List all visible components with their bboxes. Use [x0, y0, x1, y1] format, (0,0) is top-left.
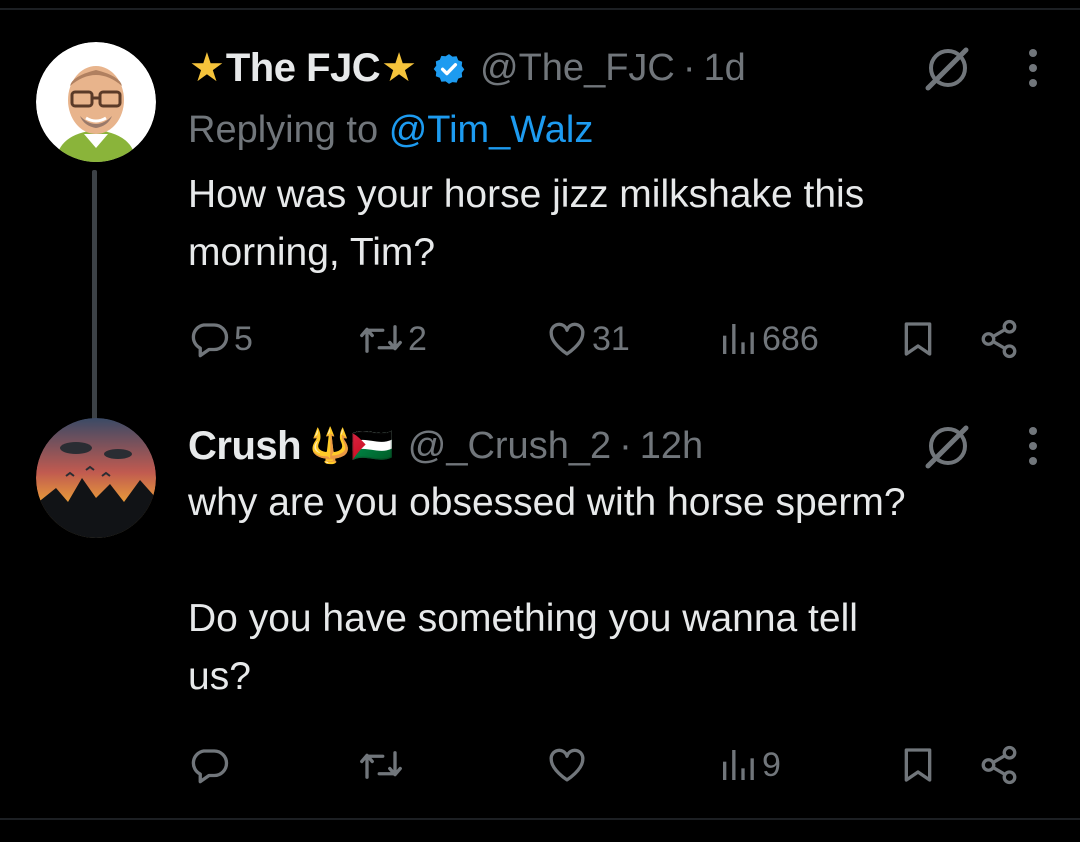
tweet-header: Crush 🔱🇵🇸 @_Crush_2 · 12h — [188, 418, 1040, 474]
grok-icon[interactable] — [922, 42, 974, 94]
star-emoji: ★ — [381, 46, 418, 90]
tweet-actions: 9 — [188, 740, 1022, 790]
verified-badge-icon — [432, 51, 466, 85]
thread-connector-line — [92, 170, 97, 452]
tweet-actions: 5 2 31 686 — [188, 314, 1022, 364]
name-emoji: 🔱🇵🇸 — [309, 427, 394, 465]
tweet-the-fjc[interactable]: ★ The FJC ★ @The_FJC · 1d Replying to @T… — [0, 40, 1080, 452]
bookmark-button[interactable] — [898, 740, 938, 790]
avatar-crush[interactable] — [36, 418, 156, 538]
like-button[interactable] — [546, 740, 588, 790]
reply-button[interactable] — [188, 740, 230, 790]
tweet-header: ★ The FJC ★ @The_FJC · 1d — [188, 40, 1040, 96]
share-icon — [978, 318, 1020, 360]
reply-button[interactable]: 5 — [188, 314, 253, 364]
header-actions — [922, 418, 1040, 474]
reply-icon — [188, 318, 230, 360]
replying-to: Replying to @Tim_Walz — [188, 102, 1040, 158]
like-button[interactable]: 31 — [546, 314, 630, 364]
more-options-icon[interactable] — [1026, 424, 1040, 468]
retweet-button[interactable]: 2 — [358, 314, 427, 364]
retweet-icon — [358, 744, 404, 786]
retweet-button[interactable] — [358, 740, 404, 790]
header-actions — [922, 40, 1040, 96]
reply-count: 5 — [234, 319, 253, 358]
timestamp[interactable]: 12h — [640, 425, 703, 468]
display-name[interactable]: Crush — [188, 424, 302, 469]
views-bar-chart-icon — [718, 744, 758, 786]
reply-icon — [188, 744, 230, 786]
share-icon — [978, 744, 1020, 786]
tweet-crush[interactable]: Crush 🔱🇵🇸 @_Crush_2 · 12h why are you ob… — [0, 418, 1080, 818]
tweet-text: why are you obsessed with horse sperm? D… — [188, 481, 906, 698]
heart-icon — [546, 318, 588, 360]
like-count: 31 — [592, 319, 630, 358]
replying-label: Replying to — [188, 109, 379, 151]
bookmark-icon — [898, 744, 938, 786]
retweet-count: 2 — [408, 319, 427, 358]
view-count: 9 — [762, 745, 781, 784]
handle[interactable]: @The_FJC — [480, 47, 675, 90]
bookmark-icon — [898, 318, 938, 360]
avatar-the-fjc[interactable] — [36, 42, 156, 162]
share-button[interactable] — [978, 740, 1020, 790]
view-count: 686 — [762, 319, 819, 358]
tweet-content: Crush 🔱🇵🇸 @_Crush_2 · 12h why are you ob… — [188, 418, 1040, 706]
views-button[interactable]: 9 — [718, 740, 781, 790]
handle[interactable]: @_Crush_2 — [408, 425, 611, 468]
tweet-text: How was your horse jizz milkshake this m… — [188, 173, 865, 274]
star-emoji: ★ — [189, 46, 225, 90]
timestamp[interactable]: 1d — [704, 47, 746, 90]
bookmark-button[interactable] — [898, 314, 938, 364]
views-bar-chart-icon — [718, 318, 758, 360]
share-button[interactable] — [978, 314, 1020, 364]
display-name[interactable]: The FJC — [226, 46, 381, 91]
replying-mention-link[interactable]: @Tim_Walz — [389, 109, 594, 151]
top-border — [0, 8, 1080, 10]
retweet-icon — [358, 318, 404, 360]
more-options-icon[interactable] — [1026, 46, 1040, 90]
bottom-border — [0, 818, 1080, 820]
separator: · — [619, 424, 632, 467]
grok-icon[interactable] — [922, 420, 974, 472]
heart-icon — [546, 744, 588, 786]
separator: · — [682, 46, 696, 89]
views-button[interactable]: 686 — [718, 314, 819, 364]
tweet-content: ★ The FJC ★ @The_FJC · 1d Replying to @T… — [188, 40, 1040, 282]
